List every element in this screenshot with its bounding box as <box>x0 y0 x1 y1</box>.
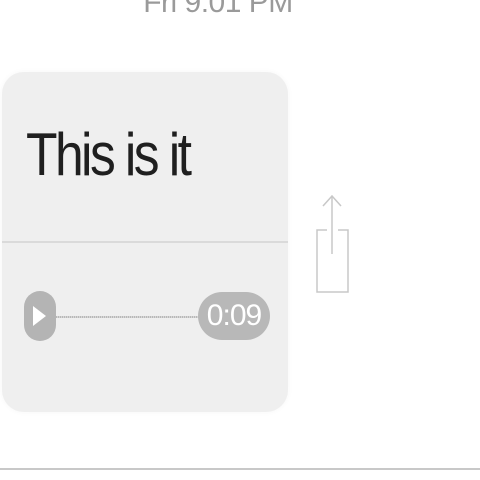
conversation-view: Fri 9:01 PM This is it 0:09 <box>0 0 480 480</box>
message-timestamp: Fri 9:01 PM <box>143 0 293 19</box>
audio-duration-badge: 0:09 <box>198 292 270 340</box>
play-icon <box>33 306 46 326</box>
message-text: This is it <box>26 121 192 188</box>
share-icon <box>316 194 349 293</box>
audio-message-bubble[interactable]: This is it 0:09 <box>2 72 288 412</box>
audio-progress-track[interactable] <box>56 316 200 318</box>
play-button[interactable] <box>24 291 56 341</box>
share-button[interactable] <box>312 190 352 296</box>
bottom-divider <box>0 468 480 470</box>
audio-player: 0:09 <box>2 243 288 412</box>
